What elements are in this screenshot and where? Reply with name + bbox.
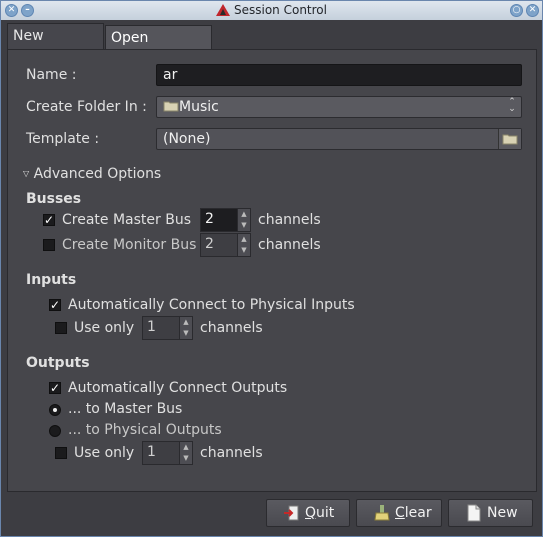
spinner-arrows-icon[interactable]: ▲ ▼ bbox=[179, 442, 192, 464]
monitor-bus-label: Create Monitor Bus bbox=[62, 237, 197, 253]
quit-icon bbox=[284, 505, 299, 521]
close-icon[interactable]: ✕ bbox=[526, 4, 539, 17]
folder-combo-value: Music bbox=[179, 99, 219, 115]
outputs-channels-value: 1 bbox=[147, 444, 156, 460]
new-document-icon bbox=[467, 504, 481, 522]
inputs-channels-unit: channels bbox=[200, 320, 263, 336]
master-bus-label: Create Master Bus bbox=[62, 212, 192, 228]
spinner-arrows-icon[interactable]: ▲ ▼ bbox=[179, 317, 192, 339]
new-button[interactable]: New bbox=[448, 499, 533, 527]
monitor-bus-checkbox[interactable] bbox=[43, 239, 55, 251]
spinner-arrows-icon[interactable]: ▲ ▼ bbox=[237, 234, 250, 256]
auto-connect-inputs-label: Automatically Connect to Physical Inputs bbox=[68, 297, 355, 313]
expander-triangle-icon: ▽ bbox=[23, 169, 30, 178]
outputs-channels-unit: channels bbox=[200, 445, 263, 461]
monitor-bus-channels-value: 2 bbox=[205, 236, 214, 252]
advanced-options-label: Advanced Options bbox=[33, 166, 162, 182]
advanced-options-expander[interactable]: ▽ Advanced Options bbox=[23, 166, 161, 182]
new-label: New bbox=[487, 505, 518, 521]
folder-open-icon bbox=[502, 134, 518, 145]
session-control-window: ✕ – Session Control ○ ✕ New Session Open… bbox=[0, 0, 543, 537]
folder-icon bbox=[163, 101, 179, 112]
ardour-logo-icon bbox=[216, 4, 230, 16]
to-physical-outputs-label: ... to Physical Outputs bbox=[68, 422, 222, 438]
shade-icon[interactable]: ○ bbox=[510, 4, 523, 17]
quit-mnemonic: Q bbox=[305, 505, 317, 521]
clear-mnemonic: C bbox=[395, 505, 405, 521]
name-input-value: ar bbox=[163, 67, 178, 83]
clear-button[interactable]: Clear bbox=[356, 499, 442, 527]
name-input[interactable]: ar bbox=[156, 64, 522, 86]
template-label: Template : bbox=[26, 131, 100, 147]
monitor-bus-unit: channels bbox=[258, 237, 321, 253]
folder-combo[interactable]: Music ⌃ ⌄ bbox=[156, 96, 522, 118]
to-master-bus-label: ... to Master Bus bbox=[68, 401, 183, 417]
clear-broom-icon bbox=[374, 505, 390, 521]
tab-new-session[interactable]: New Session bbox=[7, 23, 104, 69]
to-master-bus-radio[interactable] bbox=[49, 404, 61, 416]
inputs-use-only-checkbox[interactable] bbox=[55, 322, 67, 334]
inputs-use-only-label: Use only bbox=[74, 320, 135, 336]
outputs-channels-spinner[interactable]: 1 ▲ ▼ bbox=[142, 441, 193, 465]
inputs-channels-value: 1 bbox=[147, 319, 156, 335]
master-bus-unit: channels bbox=[258, 212, 321, 228]
spinner-arrows-icon[interactable]: ▲ ▼ bbox=[237, 209, 250, 231]
window-title: Session Control bbox=[234, 3, 327, 17]
master-bus-channels-spinner[interactable]: 2 ▲ ▼ bbox=[200, 208, 251, 232]
inputs-heading: Inputs bbox=[26, 272, 77, 288]
inputs-channels-spinner[interactable]: 1 ▲ ▼ bbox=[142, 316, 193, 340]
master-bus-checkbox[interactable]: ✓ bbox=[43, 214, 55, 226]
to-physical-outputs-radio[interactable] bbox=[49, 425, 61, 437]
quit-label: uit bbox=[316, 505, 335, 521]
template-browse-button[interactable] bbox=[498, 129, 521, 149]
busses-heading: Busses bbox=[26, 191, 82, 207]
outputs-heading: Outputs bbox=[26, 355, 90, 371]
quit-button[interactable]: Quit bbox=[266, 499, 350, 527]
template-chooser[interactable]: (None) bbox=[156, 128, 522, 150]
auto-connect-outputs-checkbox[interactable]: ✓ bbox=[49, 382, 61, 394]
master-bus-channels-value: 2 bbox=[205, 211, 214, 227]
clear-label: lear bbox=[404, 505, 432, 521]
combo-arrows-icon: ⌃ ⌄ bbox=[508, 97, 516, 114]
outputs-use-only-label: Use only bbox=[74, 445, 135, 461]
name-label: Name : bbox=[26, 67, 77, 83]
monitor-bus-channels-spinner[interactable]: 2 ▲ ▼ bbox=[200, 233, 251, 257]
tab-open-session[interactable]: Open Session bbox=[105, 25, 212, 71]
auto-connect-inputs-checkbox[interactable]: ✓ bbox=[49, 299, 61, 311]
auto-connect-outputs-label: Automatically Connect Outputs bbox=[68, 380, 288, 396]
folder-label: Create Folder In : bbox=[26, 99, 147, 115]
template-value: (None) bbox=[163, 131, 211, 147]
title-bar[interactable]: ✕ – Session Control ○ ✕ bbox=[1, 1, 542, 20]
outputs-use-only-checkbox[interactable] bbox=[55, 447, 67, 459]
